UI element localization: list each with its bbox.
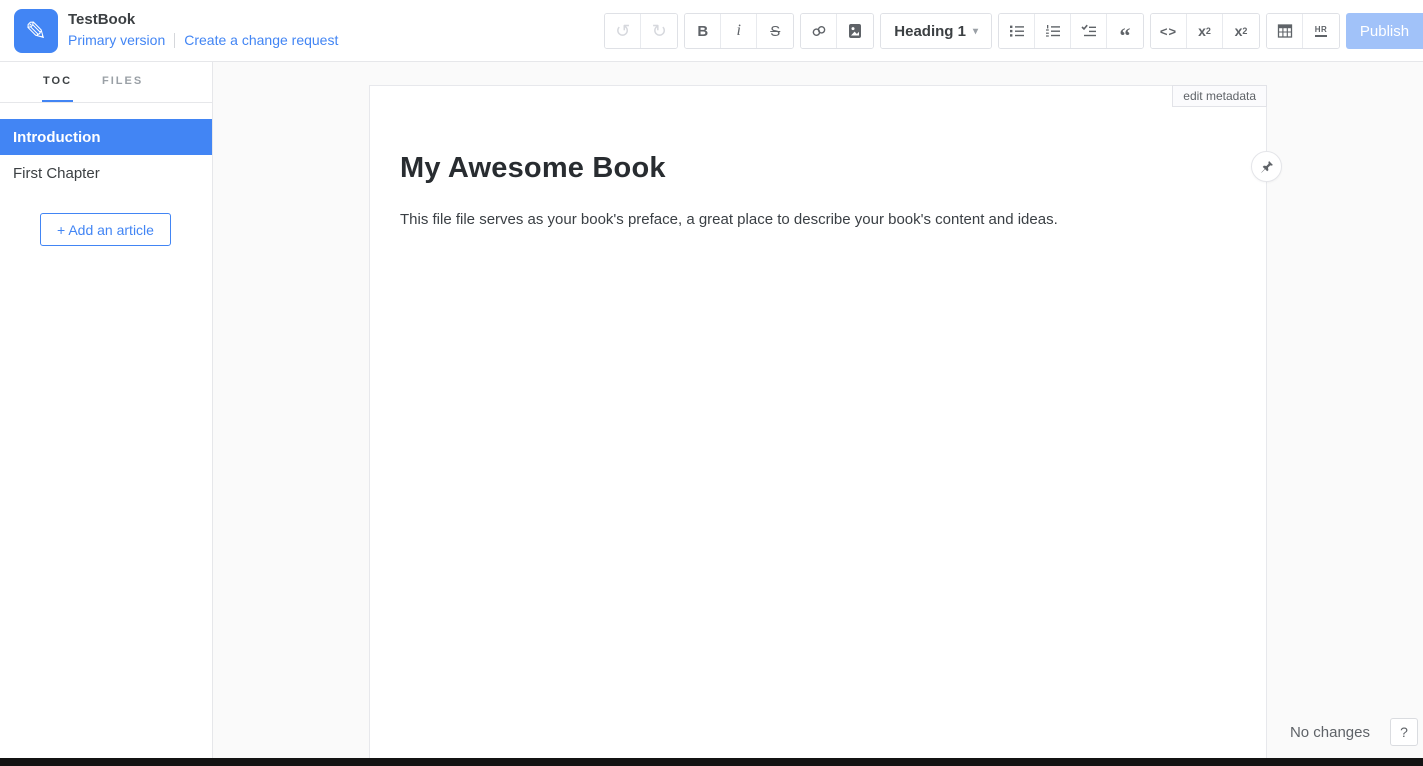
pin-button[interactable] — [1251, 151, 1282, 182]
sidebar: TOC FILES Introduction First Chapter + A… — [0, 62, 213, 758]
sidebar-tabs: TOC FILES — [0, 62, 212, 103]
status-bar: No changes ? — [1290, 718, 1418, 746]
horizontal-rule-icon: HR — [1315, 25, 1328, 37]
window-bottom-edge — [0, 758, 1423, 766]
document-paragraph[interactable]: This file file serves as your book's pre… — [400, 209, 1236, 232]
ordered-list-button[interactable] — [1035, 14, 1071, 48]
publish-button[interactable]: Publish — [1346, 13, 1423, 49]
superscript-base: x — [1235, 23, 1243, 39]
undo-button[interactable]: ↺ — [605, 14, 641, 48]
image-button[interactable] — [837, 14, 873, 48]
subscript-base: x — [1198, 23, 1206, 39]
editor-toolbar: ↺ ↻ B i S — [604, 13, 1423, 49]
editor-area: edit metadata My Awesome Book This file … — [213, 62, 1423, 758]
ordered-list-icon — [1044, 22, 1062, 40]
bold-button[interactable]: B — [685, 14, 721, 48]
add-article-button[interactable]: + Add an article — [40, 213, 171, 246]
superscript-digit: 2 — [1242, 26, 1247, 36]
undo-icon: ↺ — [615, 21, 630, 42]
history-group: ↺ ↻ — [604, 13, 678, 49]
document-page[interactable]: edit metadata My Awesome Book This file … — [369, 85, 1267, 758]
heading-select[interactable]: Heading 1 ▾ — [881, 14, 991, 48]
subscript-digit: 2 — [1206, 26, 1211, 36]
bullet-list-button[interactable] — [999, 14, 1035, 48]
block-insert-group: HR — [1266, 13, 1340, 49]
code-button[interactable]: <> — [1151, 14, 1187, 48]
insert-group — [800, 13, 874, 49]
code-script-group: <> x2 x2 — [1150, 13, 1260, 49]
task-list-icon — [1080, 22, 1098, 40]
book-logo[interactable]: ✎ — [14, 9, 58, 53]
primary-version-link[interactable]: Primary version — [68, 32, 165, 48]
toc-item-first-chapter[interactable]: First Chapter — [0, 155, 212, 191]
chevron-down-icon: ▾ — [973, 26, 978, 37]
header-links: Primary version Create a change request — [68, 32, 338, 48]
create-change-request-link[interactable]: Create a change request — [184, 32, 338, 48]
link-button[interactable] — [801, 14, 837, 48]
redo-icon: ↻ — [652, 21, 667, 42]
changes-status: No changes — [1290, 724, 1370, 741]
pencil-icon: ✎ — [25, 18, 47, 44]
list-group: “ — [998, 13, 1144, 49]
toc-list: Introduction First Chapter — [0, 119, 212, 191]
redo-button[interactable]: ↻ — [641, 14, 677, 48]
horizontal-rule-button[interactable]: HR — [1303, 14, 1339, 48]
task-list-button[interactable] — [1071, 14, 1107, 48]
heading-group: Heading 1 ▾ — [880, 13, 992, 49]
toc-item-introduction[interactable]: Introduction — [0, 119, 212, 155]
text-format-group: B i S — [684, 13, 794, 49]
header: ✎ TestBook Primary version Create a chan… — [0, 0, 1423, 62]
edit-metadata-button[interactable]: edit metadata — [1172, 85, 1267, 107]
table-icon — [1276, 22, 1294, 40]
title-block: TestBook Primary version Create a change… — [68, 11, 338, 48]
pin-icon — [1260, 160, 1274, 174]
heading-select-label: Heading 1 — [894, 23, 966, 40]
link-icon — [810, 22, 828, 40]
italic-button[interactable]: i — [721, 14, 757, 48]
document-body[interactable]: My Awesome Book This file file serves as… — [370, 86, 1266, 232]
subscript-button[interactable]: x2 — [1187, 14, 1223, 48]
bullet-list-icon — [1008, 22, 1026, 40]
strikethrough-button[interactable]: S — [757, 14, 793, 48]
tab-toc[interactable]: TOC — [42, 62, 73, 102]
book-title: TestBook — [68, 11, 338, 28]
links-divider — [174, 33, 175, 48]
table-button[interactable] — [1267, 14, 1303, 48]
help-button[interactable]: ? — [1390, 718, 1418, 746]
image-icon — [846, 22, 864, 40]
superscript-button[interactable]: x2 — [1223, 14, 1259, 48]
blockquote-button[interactable]: “ — [1107, 14, 1143, 48]
tab-files[interactable]: FILES — [101, 62, 144, 102]
document-title[interactable]: My Awesome Book — [400, 152, 1236, 185]
